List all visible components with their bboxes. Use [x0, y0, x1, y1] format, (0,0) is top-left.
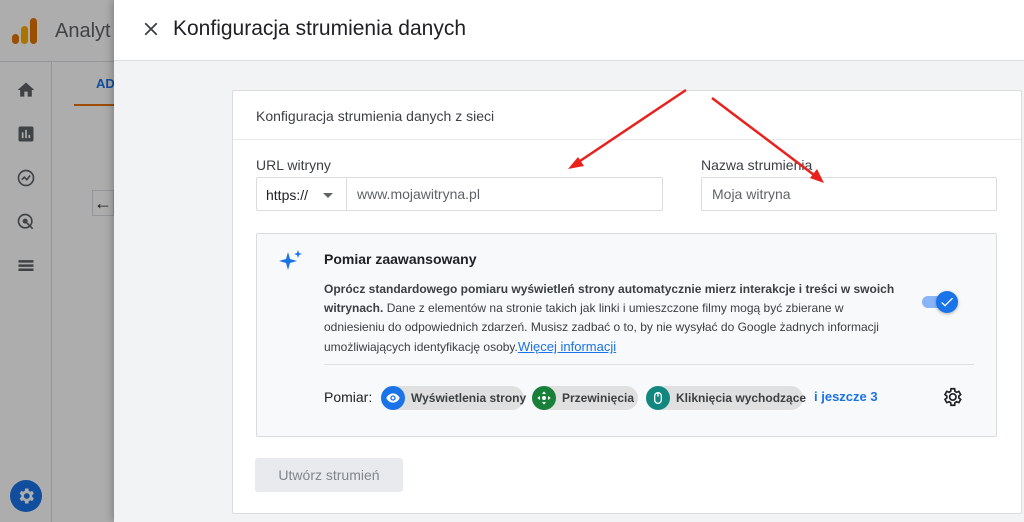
stream-setup-dialog: Konfiguracja strumienia danych Konfigura…: [114, 0, 1024, 522]
more-events-link[interactable]: i jeszcze 3: [814, 389, 878, 404]
protocol-value: https://: [266, 187, 309, 203]
enhanced-measurement-toggle[interactable]: [922, 291, 958, 313]
mouse-icon: [646, 386, 670, 410]
chip-scrolls[interactable]: Przewinięcia: [532, 386, 638, 410]
chip-page-views[interactable]: Wyświetlenia strony: [381, 386, 527, 410]
sparkle-icon: [279, 250, 302, 270]
chip-label: Wyświetlenia strony: [411, 391, 527, 405]
gear-icon[interactable]: [941, 386, 963, 408]
chip-label: Przewinięcia: [562, 391, 635, 405]
divider: [324, 364, 974, 365]
check-icon: [941, 297, 953, 307]
measurement-label: Pomiar:: [324, 389, 373, 405]
learn-more-link[interactable]: Więcej informacji: [518, 339, 616, 354]
eye-icon: [381, 386, 405, 410]
stream-name-label: Nazwa strumienia: [701, 157, 813, 173]
stream-name-input[interactable]: [701, 177, 997, 211]
web-stream-card: Konfiguracja strumienia danych z sieci U…: [232, 90, 1022, 514]
dialog-title: Konfiguracja strumienia danych: [173, 17, 466, 40]
dialog-header: Konfiguracja strumienia danych: [114, 0, 1024, 61]
enhanced-measurement-panel: Pomiar zaawansowany Oprócz standardowego…: [256, 233, 997, 437]
chip-outbound-clicks[interactable]: Kliknięcia wychodzące: [646, 386, 807, 410]
crosshair-icon: [532, 386, 556, 410]
card-header: Konfiguracja strumienia danych z sieci: [233, 91, 1021, 140]
dropdown-arrow-icon: [323, 193, 333, 198]
enhanced-measurement-description: Oprócz standardowego pomiaru wyświetleń …: [324, 280, 904, 357]
card-header-text: Konfiguracja strumienia danych z sieci: [256, 108, 495, 124]
enhanced-measurement-title: Pomiar zaawansowany: [324, 251, 477, 267]
website-url-input[interactable]: [346, 177, 663, 211]
toggle-knob: [936, 291, 958, 313]
close-icon[interactable]: [140, 18, 162, 40]
url-label: URL witryny: [256, 157, 331, 173]
create-stream-button[interactable]: Utwórz strumień: [255, 458, 403, 492]
protocol-select[interactable]: https://: [256, 177, 346, 211]
chip-label: Kliknięcia wychodzące: [676, 391, 807, 405]
